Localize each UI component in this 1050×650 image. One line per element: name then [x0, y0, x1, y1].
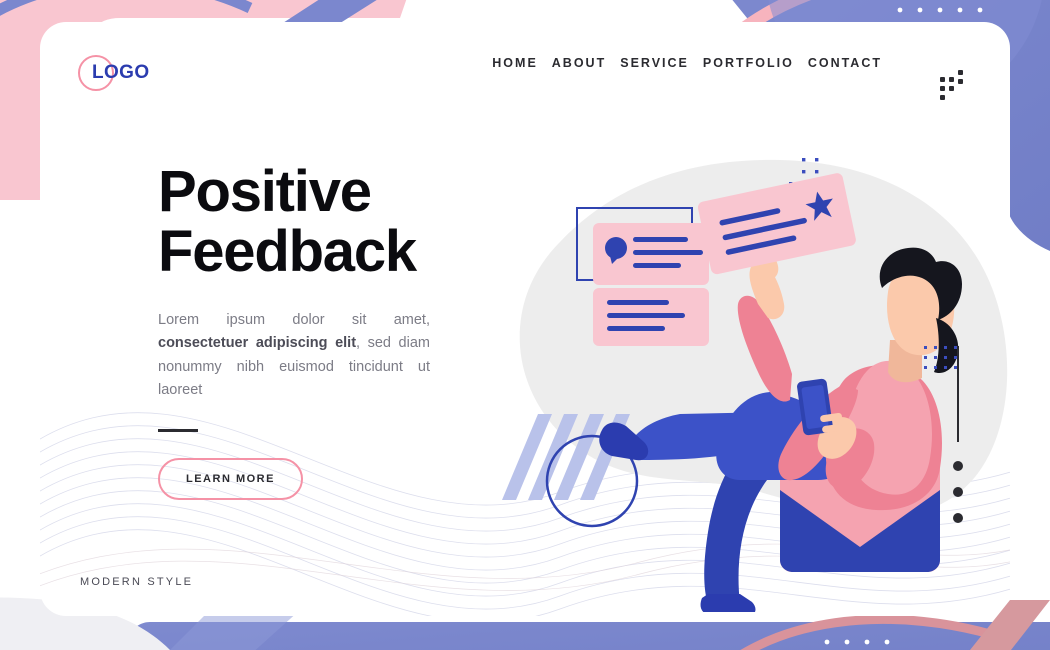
paragraph-part-1: Lorem ipsum dolor sit amet,	[158, 311, 430, 328]
nav-item-service[interactable]: SERVICE	[620, 56, 689, 70]
logo[interactable]: LOGO	[78, 52, 228, 94]
site-header: LOGO HOME ABOUT SERVICE PORTFOLIO CONTAC…	[40, 22, 1010, 114]
marker-dot-3	[953, 513, 963, 523]
shoe-back	[700, 594, 756, 612]
nav-item-contact[interactable]: CONTACT	[808, 56, 882, 70]
nav-item-about[interactable]: ABOUT	[552, 56, 606, 70]
nav-item-portfolio[interactable]: PORTFOLIO	[703, 56, 794, 70]
right-side-markers	[924, 346, 963, 523]
learn-more-button[interactable]: LEARN MORE	[158, 458, 303, 501]
page-title: Positive Feedback	[158, 159, 488, 285]
hero-card: LOGO HOME ABOUT SERVICE PORTFOLIO CONTAC…	[40, 22, 1010, 616]
grid-dots-icon[interactable]	[940, 70, 970, 100]
dot-grid-right	[924, 346, 957, 369]
tagline: MODERN STYLE	[80, 576, 194, 588]
headline-line-2: Feedback	[158, 219, 417, 285]
main-navigation: HOME ABOUT SERVICE PORTFOLIO CONTACT	[492, 56, 882, 70]
nav-item-home[interactable]: HOME	[492, 56, 538, 70]
vertical-line	[957, 346, 959, 442]
paragraph-bold: consectetuer adipiscing elit	[158, 335, 357, 352]
logo-text: LOGO	[92, 62, 150, 83]
hero-text-column: Positive Feedback Lorem ipsum dolor sit a…	[158, 159, 488, 501]
marker-dot-2	[953, 487, 963, 497]
marker-dot-1	[953, 461, 963, 471]
landing-page: LOGO HOME ABOUT SERVICE PORTFOLIO CONTAC…	[0, 0, 1050, 650]
hero-paragraph: Lorem ipsum dolor sit amet, consectetuer…	[158, 309, 430, 403]
divider-rule	[158, 428, 198, 433]
headline-line-1: Positive	[158, 159, 372, 224]
